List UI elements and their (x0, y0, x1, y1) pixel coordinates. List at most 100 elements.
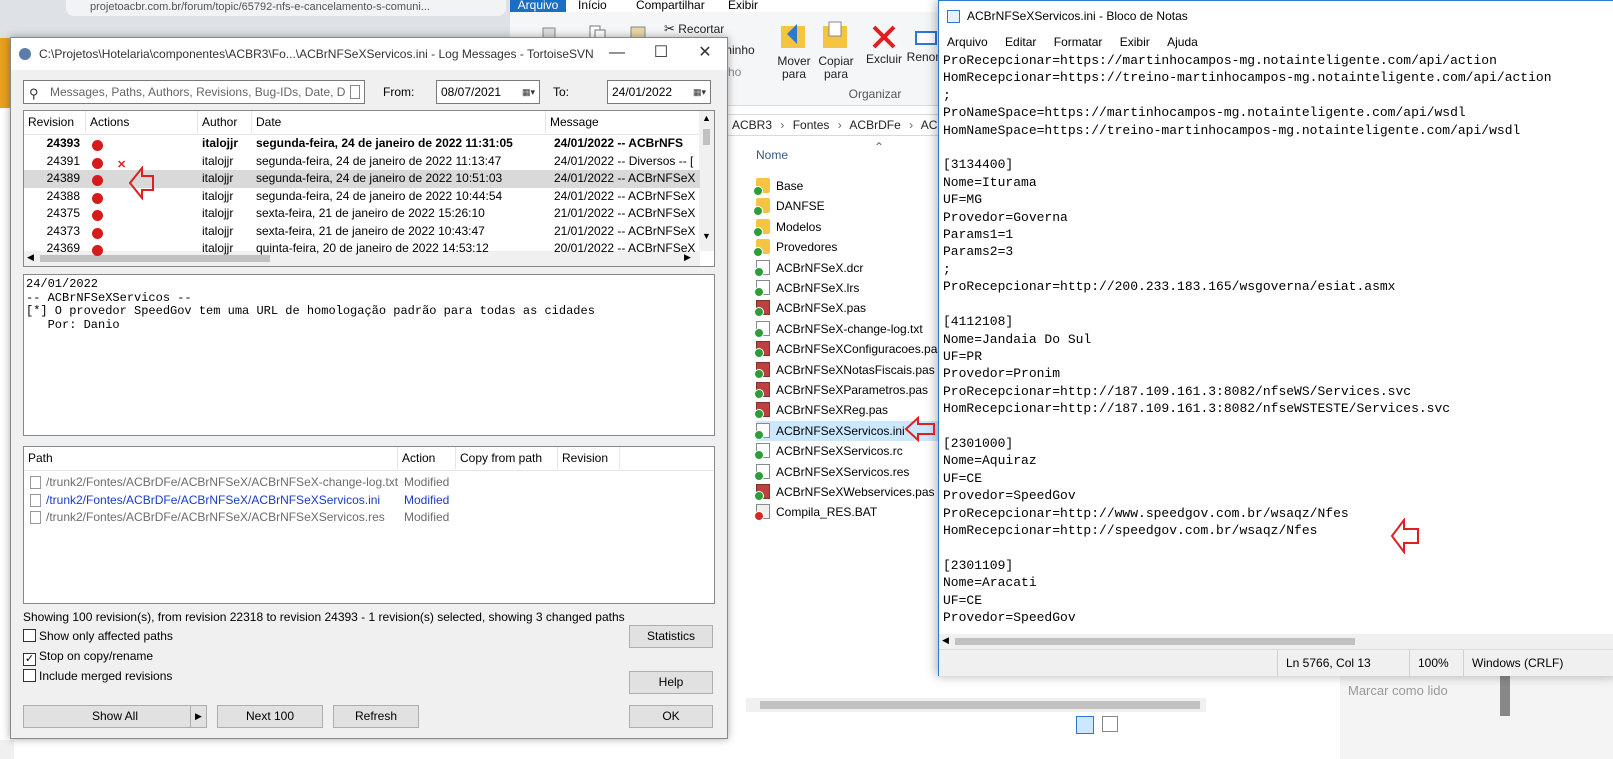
file-item[interactable]: ACBrNFSeXServicos.rc (754, 441, 946, 461)
file-item[interactable]: ACBrNFSeXWebservices.pas (754, 482, 946, 502)
revision-row[interactable]: 24375 sexta-feira, 21 de janeiro de 2022 … (24, 205, 700, 223)
notepad-text-area[interactable]: ProRecepcionar=https://martinhocampos-mg… (943, 52, 1613, 634)
file-item[interactable]: ACBrNFSeX.dcr (754, 258, 946, 278)
file-name: ACBrNFSeXParametros.pas (776, 383, 929, 397)
file-name: ACBrNFSeX.pas (776, 301, 867, 316)
file-item[interactable]: Compila_RES.BAT (754, 502, 946, 522)
breadcrumb-item[interactable]: ACBR3 (732, 118, 772, 132)
file-item[interactable]: ACBrNFSeXParametros.pas (754, 380, 946, 400)
mark-as-read-link[interactable]: Marcar como lido (1348, 680, 1478, 702)
tiles-view-icon[interactable] (1102, 716, 1118, 732)
tab-arquivo[interactable]: Arquivo (510, 0, 566, 12)
ribbon-tabs: Arquivo Início Compartilhar Exibir (510, 0, 960, 12)
changed-path: /trunk2/Fontes/ACBrDFe/ACBrNFSeX/ACBrNFS… (46, 510, 385, 524)
option-checkbox[interactable]: Show only affected paths (23, 628, 173, 644)
breadcrumb-item[interactable]: ACBrDFe (849, 118, 900, 132)
modified-action-icon (92, 245, 103, 256)
tab-exibir[interactable]: Exibir (728, 0, 758, 12)
revision-row[interactable]: 24388 segunda-feira, 24 de janeiro de 202… (24, 188, 700, 206)
option-checkbox[interactable]: Include merged revisions (23, 668, 172, 684)
changed-path-row[interactable]: /trunk2/Fontes/ACBrDFe/ACBrNFSeX/ACBrNFS… (24, 508, 714, 526)
horizontal-scrollbar[interactable]: ◀ (939, 634, 1613, 649)
notepad-window: ACBrNFSeXServicos.ini - Bloco de Notas A… (938, 0, 1613, 676)
explorer-status-bar (746, 712, 1206, 738)
revision-row[interactable]: 24373 sexta-feira, 21 de janeiro de 2022 … (24, 223, 700, 241)
delete-x-icon (872, 25, 896, 49)
calendar-dropdown-icon[interactable]: ▦▾ (522, 81, 535, 103)
help-button[interactable]: Help (629, 671, 713, 694)
file-item[interactable]: ACBrNFSeX.pas (754, 298, 946, 318)
menu-exibir[interactable]: Exibir (1120, 35, 1150, 49)
col-actions[interactable]: Actions (86, 111, 198, 133)
show-all-button[interactable]: Show All ▶ (23, 705, 207, 728)
ok-button[interactable]: OK (629, 705, 713, 728)
checkbox-empty-icon[interactable] (23, 669, 36, 682)
dropdown-arrow-icon[interactable]: ▶ (190, 706, 206, 727)
tab-inicio[interactable]: Início (578, 0, 607, 12)
col-path-revision[interactable]: Revision (558, 447, 620, 469)
menu-ajuda[interactable]: Ajuda (1167, 35, 1198, 49)
revision-row[interactable]: 24393 segunda-feira, 24 de janeiro de 202… (24, 135, 700, 153)
from-date-field[interactable]: 08/07/2021 ▦▾ (436, 80, 540, 104)
svn-normal-overlay-icon (753, 206, 763, 217)
delete-button[interactable]: Excluir (864, 24, 904, 94)
action-icons (92, 243, 103, 260)
checkbox-empty-icon[interactable] (23, 629, 36, 642)
copy-path-button[interactable]: minho (722, 44, 762, 57)
minimize-button[interactable]: — (595, 38, 639, 68)
file-item[interactable]: ACBrNFSeX.lrs (754, 278, 946, 298)
revision-message: 24/01/2022 -- ACBrNFSeX (554, 171, 696, 185)
col-date[interactable]: Date (252, 111, 546, 133)
revision-date: segunda-feira, 24 de janeiro de 2022 10:… (256, 171, 503, 185)
folder-item[interactable]: Provedores (753, 237, 946, 258)
col-action[interactable]: Action (398, 447, 456, 469)
search-input[interactable]: ⚲ Messages, Paths, Authors, Revisions, B… (23, 80, 365, 104)
file-item[interactable]: ACBrNFSeXNotasFiscais.pas (754, 360, 946, 380)
menu-formatar[interactable]: Formatar (1054, 35, 1103, 49)
move-to-button[interactable]: Mover para (776, 20, 811, 104)
revision-row[interactable]: 24391 segunda-feira, 24 de janeiro de 202… (24, 153, 700, 171)
search-options-icon[interactable] (350, 85, 360, 99)
col-path[interactable]: Path (24, 447, 398, 469)
modified-action-icon (92, 227, 103, 239)
cut-button[interactable]: ✂ Recortar (664, 22, 734, 36)
col-copy-from[interactable]: Copy from path (456, 447, 558, 469)
next-100-button[interactable]: Next 100 (217, 705, 323, 728)
maximize-button[interactable]: ☐ (639, 38, 683, 68)
checkbox-label: Stop on copy/rename (39, 649, 154, 663)
close-button[interactable]: ✕ (683, 38, 727, 68)
menu-arquivo[interactable]: Arquivo (947, 35, 988, 49)
folder-item[interactable]: DANFSE (753, 196, 946, 217)
revision-row[interactable]: 24369 quinta-feira, 20 de janeiro de 2022… (24, 240, 700, 258)
refresh-button[interactable]: Refresh (333, 705, 419, 728)
to-date-field[interactable]: 24/01/2022 ▦▾ (607, 80, 711, 104)
col-revision[interactable]: Revision (24, 111, 86, 133)
file-item[interactable]: ACBrNFSeX-change-log.txt (754, 319, 946, 339)
col-author[interactable]: Author (198, 111, 252, 133)
changed-path-row[interactable]: /trunk2/Fontes/ACBrDFe/ACBrNFSeX/ACBrNFS… (24, 491, 714, 509)
log-message-box[interactable]: 24/01/2022 -- ACBrNFSeXServicos -- [*] O… (23, 274, 715, 436)
calendar-dropdown-icon[interactable]: ▦▾ (693, 81, 706, 103)
paste-shortcut-button[interactable]: ho (728, 66, 768, 79)
folder-item[interactable]: Modelos (753, 217, 946, 237)
option-checkbox[interactable]: ✓ Stop on copy/rename (23, 648, 153, 666)
horizontal-scrollbar[interactable] (746, 698, 1206, 712)
statistics-button[interactable]: Statistics (629, 625, 713, 648)
revision-row[interactable]: 24389 segunda-feira, 24 de janeiro de 202… (24, 170, 700, 188)
file-item[interactable]: ACBrNFSeXServicos.res (754, 462, 946, 482)
col-message[interactable]: Message (546, 111, 700, 133)
dialog-title-bar: C:\Projetos\Hotelaria\componentes\ACBR3\… (11, 38, 727, 70)
breadcrumb-item[interactable]: Fontes (793, 118, 830, 132)
menu-editar[interactable]: Editar (1005, 35, 1036, 49)
checkbox-checked-icon[interactable]: ✓ (23, 653, 36, 666)
folder-item[interactable]: Base (753, 176, 946, 196)
file-item[interactable]: ACBrNFSeXConfiguracoes.pas (754, 339, 946, 359)
tab-compartilhar[interactable]: Compartilhar (636, 0, 705, 12)
changed-path-row[interactable]: /trunk2/Fontes/ACBrDFe/ACBrNFSeX/ACBrNFS… (24, 473, 714, 491)
browser-address-bar[interactable]: projetoacbr.com.br/forum/topic/65792-nfs… (66, 0, 506, 16)
details-view-icon[interactable] (1076, 716, 1094, 734)
column-header-name[interactable]: Nome ⌃ (756, 140, 956, 168)
breadcrumb[interactable]: ACBR3 › Fontes › ACBrDFe › ACBr (725, 114, 965, 136)
annotation-arrow-icon (1390, 518, 1419, 554)
svn-normal-overlay-icon (754, 429, 764, 440)
